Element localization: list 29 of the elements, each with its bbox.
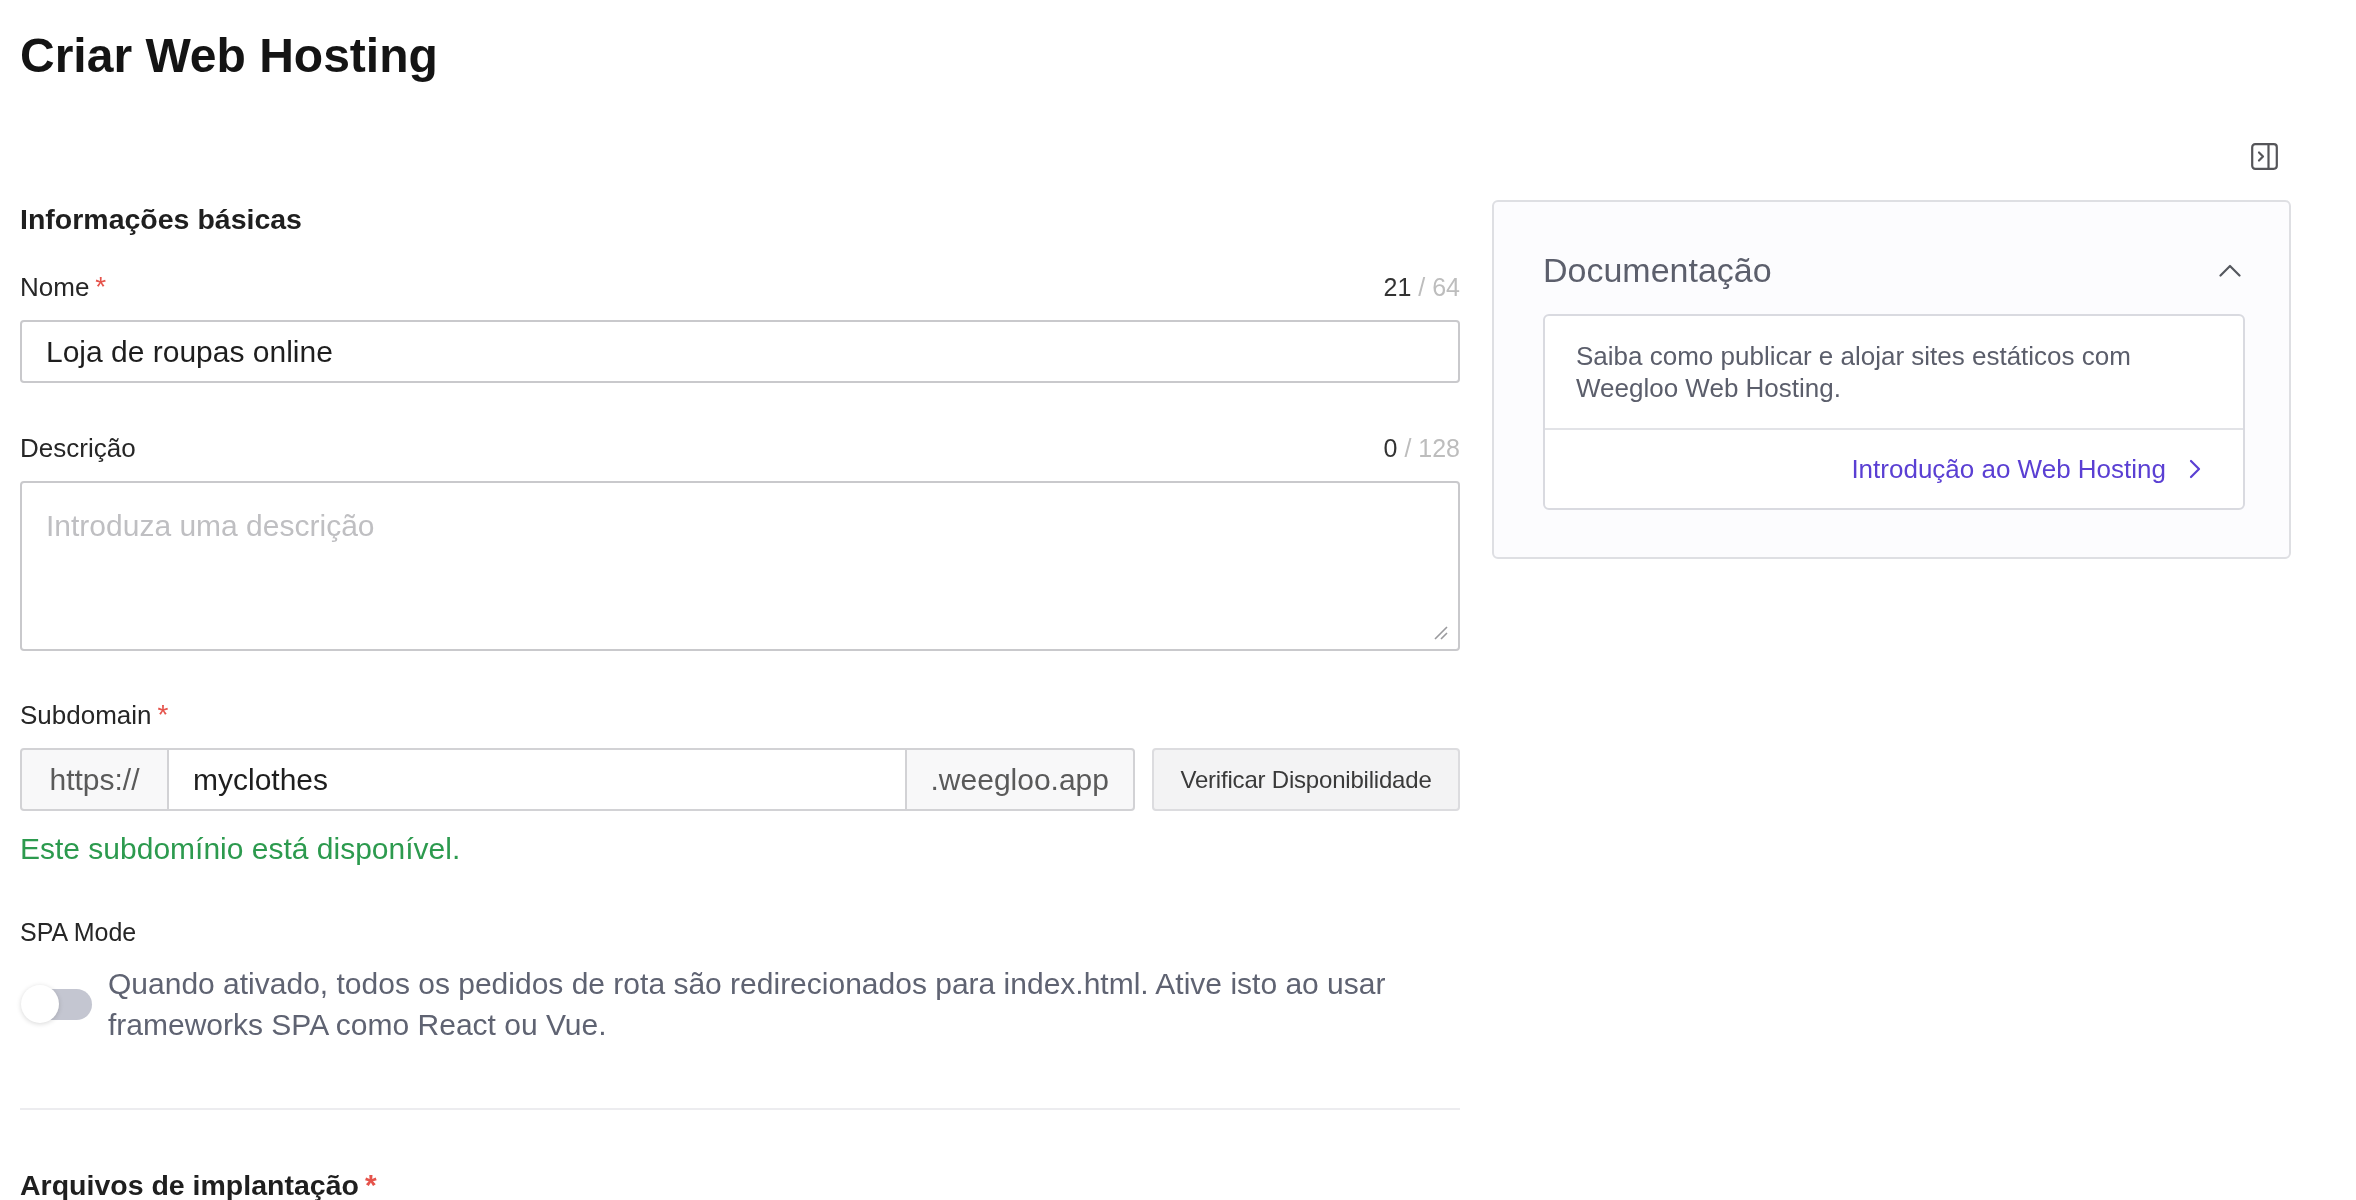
- field-label: SPA Mode: [20, 917, 137, 948]
- documentation-text: Saiba como publicar e alojar sites estáticos com Weegloo Web Hosting.: [1575, 340, 2132, 405]
- field-label: Descrição: [20, 432, 136, 465]
- required-asterisk: *: [157, 701, 169, 729]
- documentation-link[interactable]: Introdução ao Web Hosting: [1851, 453, 2201, 485]
- field-label: Subdomain: [20, 699, 152, 732]
- page-title: Criar Web Hosting: [20, 28, 438, 84]
- chevron-right-icon: [2189, 459, 2201, 479]
- character-limit: / 128: [1404, 433, 1460, 464]
- character-count: 0: [1383, 433, 1398, 464]
- subdomain-input[interactable]: myclothes: [169, 748, 905, 811]
- name-input[interactable]: Loja de roupas online: [20, 320, 1460, 383]
- field-label: Nome: [20, 271, 90, 304]
- documentation-title: Documentação: [1543, 250, 1772, 291]
- spa-mode-toggle[interactable]: [20, 984, 92, 1024]
- character-count: 21: [1383, 272, 1412, 303]
- section-title: Arquivos de implantação: [20, 1171, 359, 1199]
- collapse-panel-icon[interactable]: [2251, 143, 2278, 170]
- domain-suffix-addon: .weegloo.app: [904, 748, 1135, 811]
- required-asterisk: *: [364, 1170, 377, 1200]
- availability-message: Este subdomínio está disponível.: [20, 831, 461, 867]
- chevron-up-icon[interactable]: [2219, 263, 2241, 277]
- required-asterisk: *: [95, 273, 107, 301]
- url-prefix-addon: https://: [20, 748, 169, 811]
- check-availability-button[interactable]: Verificar Disponibilidade: [1152, 748, 1460, 811]
- spa-mode-description: Quando ativado, todos os pedidos de rota são redirecionados para index.html. Ative isto ao usar frameworks SPA como React ou Vue.: [108, 966, 1387, 1043]
- description-input[interactable]: Introduza uma descrição: [20, 481, 1460, 651]
- section-title: Informações básicas: [20, 202, 302, 237]
- character-limit: / 64: [1418, 272, 1460, 303]
